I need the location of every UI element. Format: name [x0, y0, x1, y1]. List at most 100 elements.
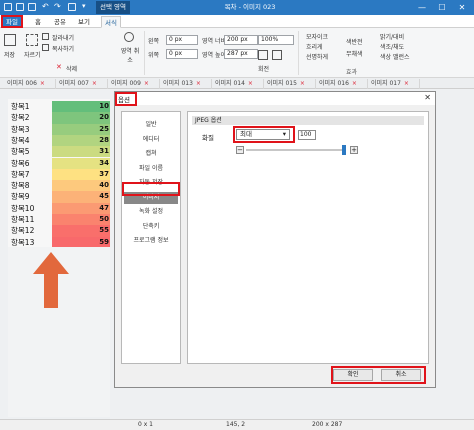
top-label: 위쪽: [148, 52, 160, 59]
undo-icon[interactable]: ↶: [42, 2, 49, 11]
document-tab[interactable]: 이미지 007 ×: [56, 79, 108, 89]
color-balance-label[interactable]: 색상 밸런스: [380, 52, 410, 61]
rotate-label[interactable]: 회전: [258, 64, 269, 73]
mosaic-label[interactable]: 모자이크: [306, 32, 328, 41]
tab-home[interactable]: 홈: [32, 16, 44, 28]
cancel-selection-icon[interactable]: [124, 32, 134, 42]
tab-format[interactable]: 서식: [101, 16, 121, 28]
up-arrow-icon: [33, 252, 69, 308]
height-label: 영역 높이: [202, 52, 226, 59]
rotate-right-icon[interactable]: [272, 50, 282, 60]
row-value: 37: [99, 169, 109, 178]
document-tab[interactable]: 이미지 016 ×: [316, 79, 368, 89]
cut-label[interactable]: 잘라내기: [52, 33, 74, 42]
hue-label[interactable]: 색조/채도: [380, 42, 404, 51]
redo-icon[interactable]: ↷: [54, 2, 61, 11]
nav-item[interactable]: 녹화 설정: [122, 206, 180, 218]
row-value: 50: [99, 215, 109, 223]
close-tab-icon[interactable]: ×: [248, 80, 253, 87]
rotate-left-icon[interactable]: [258, 50, 268, 60]
close-tab-icon[interactable]: ×: [92, 80, 97, 87]
document-tab-label: 이미지 014: [215, 80, 245, 87]
document-tab-bar: 이미지 006 × 이미지 007 × 이미지 009 × 이미지 013 × 이미지 014 ×…: [0, 78, 474, 89]
document-tab[interactable]: 이미지 015 ×: [264, 79, 316, 89]
delete-icon[interactable]: ✕: [56, 64, 63, 71]
nav-item[interactable]: 파일 이름: [122, 163, 180, 175]
title-bar: ↶ ↷ ▾ 선택 영역 목차 - 이미지 023 — ☐ ✕: [0, 0, 474, 15]
save-large-icon[interactable]: [4, 34, 16, 46]
document-tab[interactable]: 이미지 009 ×: [108, 79, 160, 89]
tab-share[interactable]: 공유: [51, 16, 69, 28]
close-tab-icon[interactable]: ×: [404, 80, 409, 87]
nav-item[interactable]: 에디터: [122, 134, 180, 146]
close-tab-icon[interactable]: ×: [40, 80, 45, 87]
quality-slider-thumb[interactable]: [342, 145, 346, 155]
quality-number-input[interactable]: 100: [298, 130, 316, 140]
new-icon[interactable]: [16, 3, 24, 11]
table-row: 항목12 55: [8, 225, 110, 237]
document-tab[interactable]: 이미지 013 ×: [160, 79, 212, 89]
copy-label[interactable]: 복사하기: [52, 44, 74, 53]
tab-view[interactable]: 보기: [75, 16, 93, 28]
row-label: 항목3: [11, 124, 30, 134]
zoom-input[interactable]: 100%: [258, 35, 294, 45]
row-label: 항목8: [11, 181, 30, 191]
table-row: 항목3 25: [8, 123, 110, 135]
row-value: 28: [99, 135, 109, 144]
quick-access-dropdown-icon[interactable]: ▾: [82, 2, 86, 10]
document-tab-label: 이미지 009: [111, 80, 141, 87]
sharpen-label[interactable]: 선명하게: [306, 52, 328, 61]
close-tab-icon[interactable]: ×: [352, 80, 357, 87]
options-nav: 일반 에디터 캡쳐 파일 이름 자동 저장 이미지 녹화 설정 단축키 프로그램 정보: [121, 111, 181, 364]
maximize-button[interactable]: ☐: [432, 0, 452, 15]
grayscale-label[interactable]: 무채색: [346, 49, 363, 58]
image-nav-highlight: [122, 182, 180, 196]
width-input[interactable]: 200 px: [224, 35, 258, 45]
document-tab[interactable]: 이미지 006 ×: [4, 79, 56, 89]
invert-label[interactable]: 색반전: [346, 37, 363, 46]
top-input[interactable]: 0 px: [166, 49, 198, 59]
row-value: 31: [99, 147, 109, 156]
save-label[interactable]: 저장: [4, 50, 15, 59]
height-input[interactable]: 287 px: [224, 49, 258, 59]
image-size-text: 200 x 287: [312, 421, 343, 428]
width-label: 영역 너비: [202, 38, 226, 45]
delete-label[interactable]: 삭제: [66, 64, 77, 73]
cut-icon[interactable]: [42, 33, 49, 40]
nav-item[interactable]: 단축키: [122, 221, 180, 233]
row-label: 항목1: [11, 102, 30, 111]
close-tab-icon[interactable]: ×: [300, 80, 305, 87]
row-value: 45: [99, 192, 109, 201]
document-tab[interactable]: 이미지 014 ×: [212, 79, 264, 89]
close-tab-icon[interactable]: ×: [196, 80, 201, 87]
cancel-selection-label[interactable]: 영역 취소: [120, 46, 140, 64]
crop-label[interactable]: 자르기: [24, 50, 41, 59]
crop-icon[interactable]: [26, 34, 38, 46]
nav-item[interactable]: 일반: [122, 119, 180, 131]
blur-label[interactable]: 흐리게: [306, 42, 323, 51]
row-label: 항목4: [11, 135, 30, 145]
close-button[interactable]: ✕: [452, 0, 472, 15]
minimize-button[interactable]: —: [412, 0, 432, 15]
dialog-close-icon[interactable]: ✕: [424, 93, 431, 102]
document-tab[interactable]: 이미지 017 ×: [368, 79, 420, 89]
row-label: 항목2: [11, 113, 30, 123]
quality-select-highlight: [233, 126, 295, 143]
nav-item[interactable]: 캡쳐: [122, 148, 180, 160]
brightness-label[interactable]: 밝기/대비: [380, 32, 404, 41]
table-row: 항목11 50: [8, 214, 110, 226]
print-icon[interactable]: [68, 3, 76, 11]
quality-label: 화질: [202, 134, 214, 142]
row-value: 25: [99, 124, 109, 133]
ribbon-separator: [144, 31, 145, 75]
nav-item[interactable]: 프로그램 정보: [122, 235, 180, 247]
effects-group-label: 효과: [346, 69, 358, 76]
save-icon[interactable]: [28, 3, 36, 11]
slider-plus-button[interactable]: +: [350, 146, 358, 154]
slider-minus-button[interactable]: −: [236, 146, 244, 154]
copy-icon[interactable]: [42, 44, 49, 51]
ribbon-panel: 저장 자르기 잘라내기 복사하기 ✕ 삭제 영역 취소 왼쪽 0 px 위쪽 0…: [0, 28, 474, 78]
left-input[interactable]: 0 px: [166, 35, 198, 45]
close-tab-icon[interactable]: ×: [144, 80, 149, 87]
quality-slider-track[interactable]: [246, 149, 346, 151]
